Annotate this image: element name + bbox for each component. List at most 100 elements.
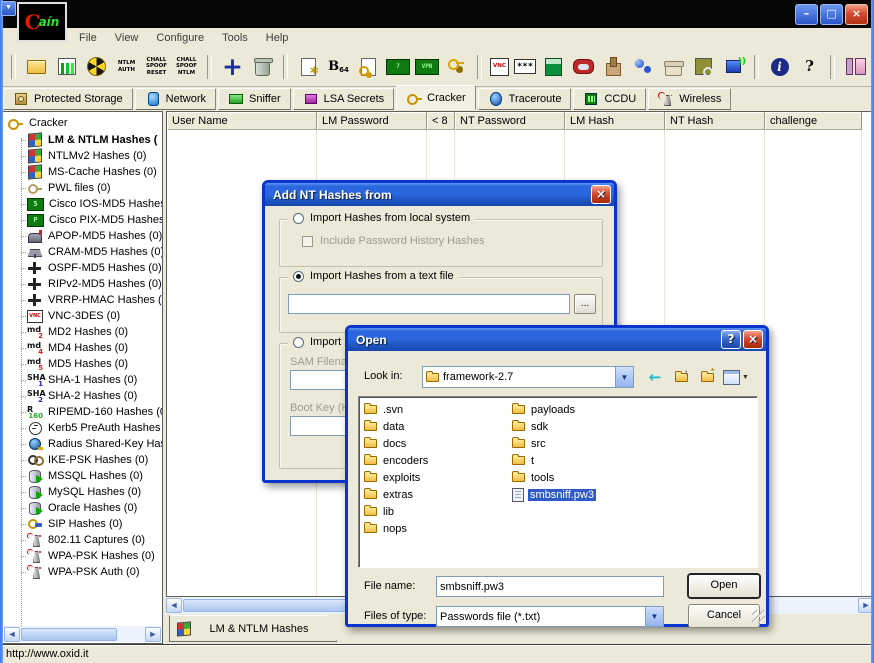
help-icon[interactable]: ? [721, 330, 741, 349]
separator[interactable] [830, 55, 835, 79]
tab-sniffer[interactable]: Sniffer [218, 88, 291, 110]
menu-item[interactable]: Tools [213, 30, 257, 46]
key-file-icon[interactable] [356, 54, 381, 80]
tree-item[interactable]: md 2 MD2 Hashes (0) [3, 324, 162, 340]
tree-item[interactable]: WPA-PSK Hashes (0) [3, 548, 162, 564]
modem-icon[interactable] [571, 54, 596, 80]
remove-icon[interactable] [250, 54, 275, 80]
close-button[interactable]: × [845, 4, 868, 25]
tree-item[interactable]: SHA 2 SHA-2 Hashes (0) [3, 388, 162, 404]
separator[interactable] [754, 55, 759, 79]
tree-horizontal-scrollbar[interactable]: ◄ ► [4, 626, 161, 642]
tab-wireless[interactable]: Wireless [648, 88, 731, 110]
exit-icon[interactable] [843, 54, 868, 80]
open-button[interactable]: Open [688, 574, 760, 598]
scroll-left-arrow[interactable]: ◄ [166, 598, 182, 613]
tree-item[interactable]: NTLMv2 Hashes (0) [3, 148, 162, 164]
ntlm-auth-icon[interactable]: NTLM AUTH [114, 54, 139, 80]
separator[interactable] [207, 55, 212, 79]
list-item[interactable]: payloads [510, 401, 658, 418]
apr-poisoning-icon[interactable] [84, 54, 109, 80]
list-item[interactable]: extras [362, 486, 510, 503]
column-header[interactable]: challenge [765, 112, 862, 130]
password-history-checkbox[interactable] [302, 236, 313, 247]
tree-item[interactable]: LM & NTLM Hashes ( [3, 132, 162, 148]
import-sam-radio[interactable] [293, 337, 304, 348]
tree-item[interactable]: md 5 MD5 Hashes (0) [3, 356, 162, 372]
import-local-radio[interactable] [293, 213, 304, 224]
tree-item[interactable]: RIPv2-MD5 Hashes (0) [3, 276, 162, 292]
chevron-down-icon[interactable]: ▼ [645, 607, 663, 626]
tree-item[interactable]: VRRP-HMAC Hashes (0 [3, 292, 162, 308]
tree-item[interactable]: 5 Cisco IOS-MD5 Hashes [3, 196, 162, 212]
tree-item[interactable]: MySQL Hashes (0) [3, 484, 162, 500]
syskey-decoder-icon[interactable] [601, 54, 626, 80]
column-header[interactable]: NT Hash [665, 112, 765, 130]
up-one-level-button[interactable]: ↑ [670, 368, 692, 386]
column-header[interactable]: LM Hash [565, 112, 665, 130]
tree-item[interactable]: MS-Cache Hashes (0) [3, 164, 162, 180]
tree-item[interactable]: MSSQL Hashes (0) [3, 468, 162, 484]
separator[interactable] [477, 55, 482, 79]
tree-item[interactable]: PWL files (0) [3, 180, 162, 196]
chall-spoof-reset-icon[interactable]: CHALL SPOOF RESET [144, 54, 169, 80]
tree-item[interactable]: P Cisco PIX-MD5 Hashes [3, 212, 162, 228]
list-item[interactable]: nops [362, 520, 510, 537]
tree-item[interactable]: VNC VNC-3DES (0) [3, 308, 162, 324]
column-header[interactable]: LM Password [317, 112, 427, 130]
tree-item[interactable]: CRAM-MD5 Hashes (0) [3, 244, 162, 260]
column-header[interactable]: < 8 [427, 112, 455, 130]
tree-item[interactable]: 802.11 Captures (0) [3, 532, 162, 548]
password-decoder-icon[interactable]: *** [514, 59, 536, 74]
column-header[interactable]: NT Password [455, 112, 565, 130]
list-item[interactable]: .svn [362, 401, 510, 418]
tab-ccdu[interactable]: CCDU [573, 88, 646, 110]
tree-item[interactable]: Radius Shared-Key Has [3, 436, 162, 452]
look-in-combo[interactable]: framework-2.7 ▼ [422, 366, 634, 388]
list-item[interactable]: tools [510, 469, 658, 486]
close-icon[interactable]: × [743, 330, 763, 349]
window-menu-button[interactable]: ▼ [1, 1, 16, 16]
resize-grip[interactable] [752, 610, 765, 623]
files-of-type-combo[interactable]: Passwords file (*.txt) ▼ [436, 606, 664, 627]
tree-item[interactable]: APOP-MD5 Hashes (0) [3, 228, 162, 244]
new-folder-button[interactable]: * [696, 368, 718, 386]
add-to-list-icon[interactable]: + [220, 54, 245, 80]
separator[interactable] [11, 55, 16, 79]
list-item[interactable]: smbsniff.pw3 [510, 486, 658, 503]
maximize-button[interactable]: □ [820, 4, 843, 25]
cisco-vpn-decoder-icon[interactable]: VPN [415, 59, 439, 75]
info-icon[interactable]: i [767, 54, 792, 80]
tree-root-cracker[interactable]: Cracker [3, 112, 162, 132]
separator[interactable] [283, 55, 288, 79]
view-menu-button[interactable]: ▼ [722, 368, 750, 386]
scroll-left-arrow[interactable]: ◄ [4, 627, 20, 642]
chall-spoof-ntlm-icon[interactable]: CHALL SPOOF NTLM [174, 54, 199, 80]
bottom-tab-lm-ntlm[interactable]: LM & NTLM Hashes [169, 615, 337, 642]
network-enumeration-icon[interactable] [631, 54, 656, 80]
back-button[interactable]: ← [644, 368, 666, 386]
tree-item[interactable]: SIP Hashes (0) [3, 516, 162, 532]
tree-item[interactable]: IKE-PSK Hashes (0) [3, 452, 162, 468]
textfile-path-input[interactable] [288, 294, 570, 314]
open-icon[interactable] [24, 54, 49, 80]
remote-desktop-icon[interactable] [721, 54, 746, 80]
file-name-input[interactable] [436, 576, 664, 597]
menu-item[interactable]: Configure [147, 30, 213, 46]
list-item[interactable]: src [510, 435, 658, 452]
access-keys-icon[interactable] [444, 54, 469, 80]
import-textfile-radio[interactable] [293, 271, 304, 282]
tab-protected-storage[interactable]: Protected Storage [3, 88, 133, 110]
key-search-icon[interactable] [691, 54, 716, 80]
tree-item[interactable]: WPA-PSK Auth (0) [3, 564, 162, 580]
list-item[interactable]: encoders [362, 452, 510, 469]
list-item[interactable]: exploits [362, 469, 510, 486]
wardialer-icon[interactable] [661, 54, 686, 80]
base64-decoder-icon[interactable]: B 64 [326, 54, 351, 80]
menu-item[interactable]: View [106, 30, 148, 46]
tree-item[interactable]: Oracle Hashes (0) [3, 500, 162, 516]
tree-item[interactable]: OSPF-MD5 Hashes (0) [3, 260, 162, 276]
close-icon[interactable]: × [591, 185, 611, 204]
tree-item[interactable]: md 4 MD4 Hashes (0) [3, 340, 162, 356]
list-item[interactable]: t [510, 452, 658, 469]
